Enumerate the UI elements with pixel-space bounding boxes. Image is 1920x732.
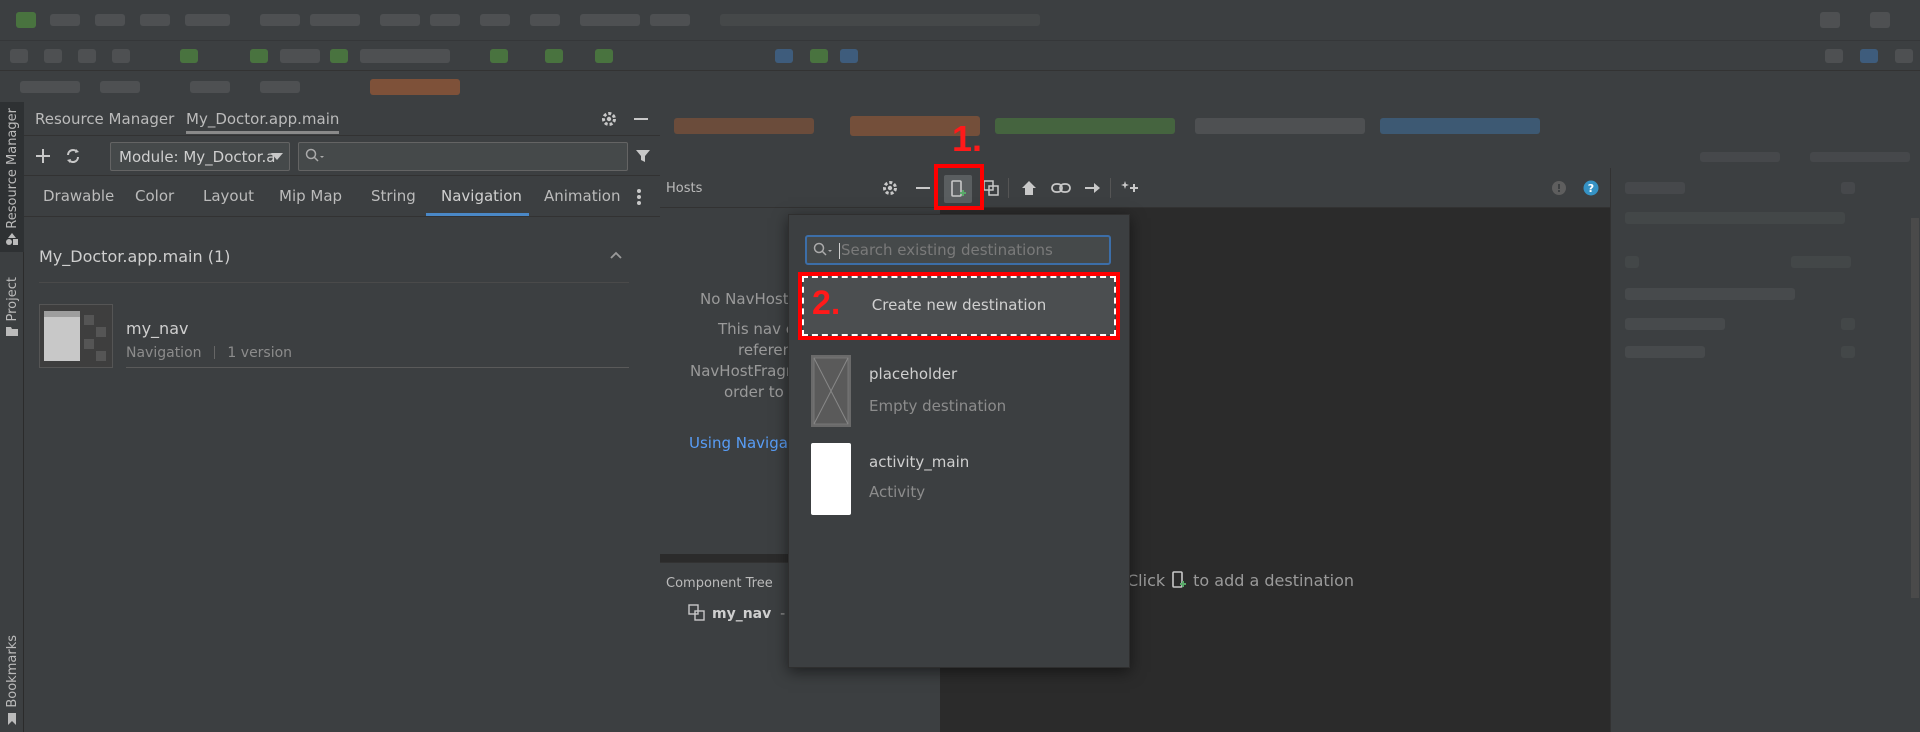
hosts-text: order to l (724, 383, 793, 401)
add-icon[interactable] (32, 145, 54, 167)
meta-separator (213, 346, 215, 359)
resource-manager-toolbar: Module: My_Doctor.a (24, 136, 660, 176)
nav-graph-icon (688, 604, 705, 621)
chevron-up-icon[interactable] (609, 248, 623, 262)
resource-search-input[interactable] (298, 142, 628, 171)
gear-icon[interactable] (879, 177, 901, 199)
component-tree-item[interactable]: my_nav - r (712, 606, 795, 622)
step-1-label: 1. (952, 118, 983, 159)
scrollbar[interactable] (1911, 218, 1919, 598)
tab-layout[interactable]: Layout (203, 187, 254, 205)
hosts-text: referen (738, 341, 793, 359)
activity-thumbnail[interactable] (811, 443, 851, 515)
active-tab-indicator (426, 213, 529, 216)
destination-type: Activity (869, 483, 926, 501)
section-title: My_Doctor.app.main (1) (39, 247, 231, 266)
more-vertical-icon[interactable] (628, 186, 650, 208)
destination-type: Empty destination (869, 397, 1007, 415)
resource-manager-panel: Resource Manager My_Doctor.app.main Modu… (24, 102, 660, 732)
module-tab[interactable]: My_Doctor.app.main (186, 110, 340, 134)
auto-arrange-icon[interactable] (1120, 177, 1142, 199)
tool-tab-label: Resource Manager (4, 107, 20, 229)
tool-tab-label: Bookmarks (4, 635, 20, 708)
tab-string[interactable]: String (371, 187, 416, 205)
tool-window-strip: Resource Manager Project Bookmarks (0, 102, 24, 732)
tool-tab-bookmarks[interactable]: Bookmarks (0, 632, 24, 732)
using-navigation-link[interactable]: Using Navigat (689, 434, 794, 452)
resource-thumbnail[interactable] (39, 304, 113, 368)
resource-manager-icon (6, 233, 18, 246)
canvas-hint-prefix: Click (1127, 570, 1166, 590)
resource-manager-title: Resource Manager (35, 110, 175, 128)
menu-bar (0, 0, 1920, 40)
module-select[interactable]: Module: My_Doctor.a (110, 142, 290, 171)
resource-manager-header: Resource Manager My_Doctor.app.main (24, 102, 660, 136)
tab-animation[interactable]: Animation (544, 187, 620, 205)
hosts-text: This nav c (718, 320, 795, 338)
new-destination-icon (1172, 571, 1187, 588)
hosts-text: No NavHostl (700, 290, 793, 308)
text-cursor (839, 243, 840, 259)
attributes-panel (1610, 168, 1920, 732)
editor-tabs (660, 102, 1920, 168)
tab-color[interactable]: Color (135, 187, 174, 205)
resource-versions: 1 version (227, 345, 293, 361)
tab-drawable[interactable]: Drawable (43, 187, 114, 205)
canvas-hint: Click to add a destination (1127, 570, 1354, 590)
resource-divider (126, 367, 629, 368)
folder-icon (6, 327, 18, 337)
section-divider (39, 282, 629, 283)
component-tree-label: Component Tree (666, 576, 773, 591)
refresh-icon[interactable] (62, 145, 84, 167)
search-icon (813, 242, 832, 256)
step-1-highlight (934, 164, 984, 210)
step-2-highlight (798, 272, 1120, 340)
arrow-right-icon[interactable] (1082, 177, 1104, 199)
tool-tab-project[interactable]: Project (0, 272, 24, 342)
destination-name[interactable]: activity_main (869, 453, 969, 471)
step-2-label: 2. (812, 284, 841, 322)
tool-tab-label: Project (4, 276, 20, 322)
breadcrumb-bar (0, 70, 1920, 102)
canvas-hint-suffix: to add a destination (1193, 570, 1355, 590)
toolbar-divider (1008, 178, 1009, 198)
tab-navigation[interactable]: Navigation (441, 187, 522, 205)
bookmark-icon (8, 713, 16, 725)
resource-type: Navigation (126, 345, 202, 361)
resource-name[interactable]: my_nav (126, 319, 188, 338)
tab-mip-map[interactable]: Mip Map (279, 187, 342, 205)
destination-search-input[interactable]: Search existing destinations (805, 235, 1111, 265)
help-icon[interactable]: ? (1580, 177, 1602, 199)
destination-name[interactable]: placeholder (869, 365, 957, 383)
filter-icon[interactable] (632, 145, 654, 167)
hosts-label: Hosts (666, 181, 703, 196)
minimize-icon[interactable] (630, 108, 652, 130)
main-toolbar (0, 40, 1920, 70)
placeholder-thumbnail[interactable] (811, 355, 851, 427)
resource-type-tabs: Drawable Color Layout Mip Map String Nav… (24, 176, 660, 217)
home-icon[interactable] (1018, 177, 1040, 199)
svg-text:?: ? (1588, 182, 1594, 195)
minimize-icon[interactable] (912, 177, 934, 199)
chevron-down-icon (271, 153, 283, 160)
tool-tab-resource-manager[interactable]: Resource Manager (0, 102, 24, 252)
warning-icon[interactable] (1548, 177, 1570, 199)
component-tree-item-name: my_nav (712, 606, 772, 622)
link-icon[interactable] (1050, 177, 1072, 199)
module-select-value: Module: My_Doctor.a (119, 148, 276, 166)
resource-meta: Navigation 1 version (126, 345, 292, 361)
hosts-text: NavHostFragm (690, 362, 801, 380)
search-icon (305, 148, 324, 162)
destination-search-placeholder: Search existing destinations (841, 241, 1053, 259)
nav-editor-toolbar: ? (660, 168, 1610, 208)
toolbar-divider (1110, 178, 1111, 198)
step-2-dashed-outline (802, 276, 1116, 336)
gear-icon[interactable] (598, 108, 620, 130)
